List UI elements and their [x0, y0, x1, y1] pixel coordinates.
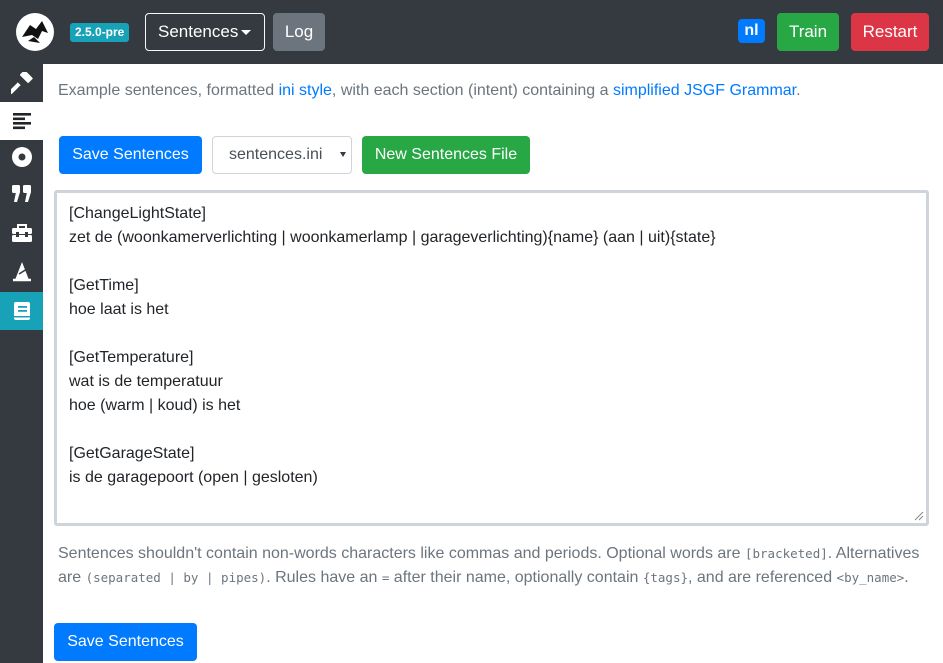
sentences-icon	[12, 113, 31, 130]
rhasspy-logo-icon[interactable]	[16, 13, 54, 51]
help-text: .	[904, 569, 909, 586]
sidebar	[0, 64, 43, 663]
help-code: <by_name>	[836, 570, 905, 585]
help-code: {tags}	[642, 570, 688, 585]
train-button[interactable]: Train	[777, 13, 839, 51]
editor-line: zet de (woonkamerverlichting | woonkamer…	[69, 229, 716, 246]
sidebar-item-slots[interactable]	[0, 175, 43, 213]
help-text: . Alternatives	[827, 545, 920, 562]
resize-grip-icon[interactable]	[914, 511, 924, 521]
jsgf-grammar-link[interactable]: simplified JSGF Grammar	[613, 82, 796, 99]
sentences-editor[interactable]: [ChangeLightState] zet de (woonkamerverl…	[54, 190, 929, 526]
version-badge: 2.5.0-pre	[70, 23, 130, 42]
page-dropdown-label: Sentences	[158, 22, 239, 41]
intro-text-part: , with each section (intent) containing …	[331, 82, 613, 99]
sidebar-item-record[interactable]	[0, 138, 43, 176]
help-code: (separated | by | pipes)	[85, 570, 267, 585]
editor-line: [GetTime]	[69, 277, 139, 294]
toolbox-icon	[11, 224, 32, 242]
help-text: , and are referenced	[688, 569, 837, 586]
intro-text-part: Example sentences, formatted	[58, 82, 279, 99]
editor-line: [ChangeLightState]	[69, 205, 206, 222]
help-line: are (separated | by | pipes). Rules have…	[58, 566, 928, 590]
sidebar-item-documentation[interactable]	[0, 292, 43, 330]
editor-line: hoe laat is het	[69, 301, 169, 318]
sidebar-item-wizard[interactable]	[0, 252, 43, 290]
sentences-file-select[interactable]: sentences.ini	[212, 136, 352, 174]
help-text: Sentences shouldn't contain non-words ch…	[58, 545, 745, 562]
syntax-help-text: Sentences shouldn't contain non-words ch…	[58, 542, 928, 590]
quote-icon	[11, 185, 31, 202]
new-sentences-file-button[interactable]: New Sentences File	[362, 136, 530, 174]
sidebar-item-advanced[interactable]	[0, 214, 43, 252]
intro-text: Example sentences, formatted ini style, …	[58, 82, 801, 100]
help-text: are	[58, 569, 86, 586]
help-text: . Rules have an	[266, 569, 382, 586]
log-button[interactable]: Log	[273, 13, 325, 51]
sidebar-item-sentences[interactable]	[0, 102, 43, 140]
editor-line: hoe (warm | koud) is het	[69, 397, 241, 414]
record-icon	[11, 147, 32, 167]
page-dropdown-button[interactable]: Sentences	[145, 13, 265, 51]
editor-line: is de garagepoort (open | gesloten)	[69, 469, 318, 486]
editor-line: wat is de temperatuur	[69, 373, 223, 390]
caret-down-icon	[241, 30, 251, 35]
editor-line: [GetTemperature]	[69, 349, 194, 366]
wizard-icon	[12, 262, 31, 282]
help-line: Sentences shouldn't contain non-words ch…	[58, 542, 928, 566]
sentences-file-value: sentences.ini	[229, 146, 323, 163]
editor-line: [GetGarageState]	[69, 445, 195, 462]
top-navbar: 2.5.0-pre Sentences Log nl Train Restart	[0, 0, 943, 64]
ini-style-link[interactable]: ini style	[279, 82, 332, 99]
restart-button[interactable]: Restart	[851, 13, 929, 51]
help-code: [bracketed]	[744, 546, 828, 561]
language-badge: nl	[738, 19, 765, 43]
save-sentences-bottom-button[interactable]: Save Sentences	[54, 623, 197, 661]
save-sentences-button[interactable]: Save Sentences	[59, 136, 202, 174]
help-text: after their name, optionally contain	[389, 569, 643, 586]
sidebar-item-settings[interactable]	[0, 64, 43, 102]
select-caret-icon	[340, 152, 346, 157]
intro-text-part: .	[796, 82, 801, 99]
book-icon	[13, 302, 30, 320]
hammer-icon	[10, 72, 33, 94]
